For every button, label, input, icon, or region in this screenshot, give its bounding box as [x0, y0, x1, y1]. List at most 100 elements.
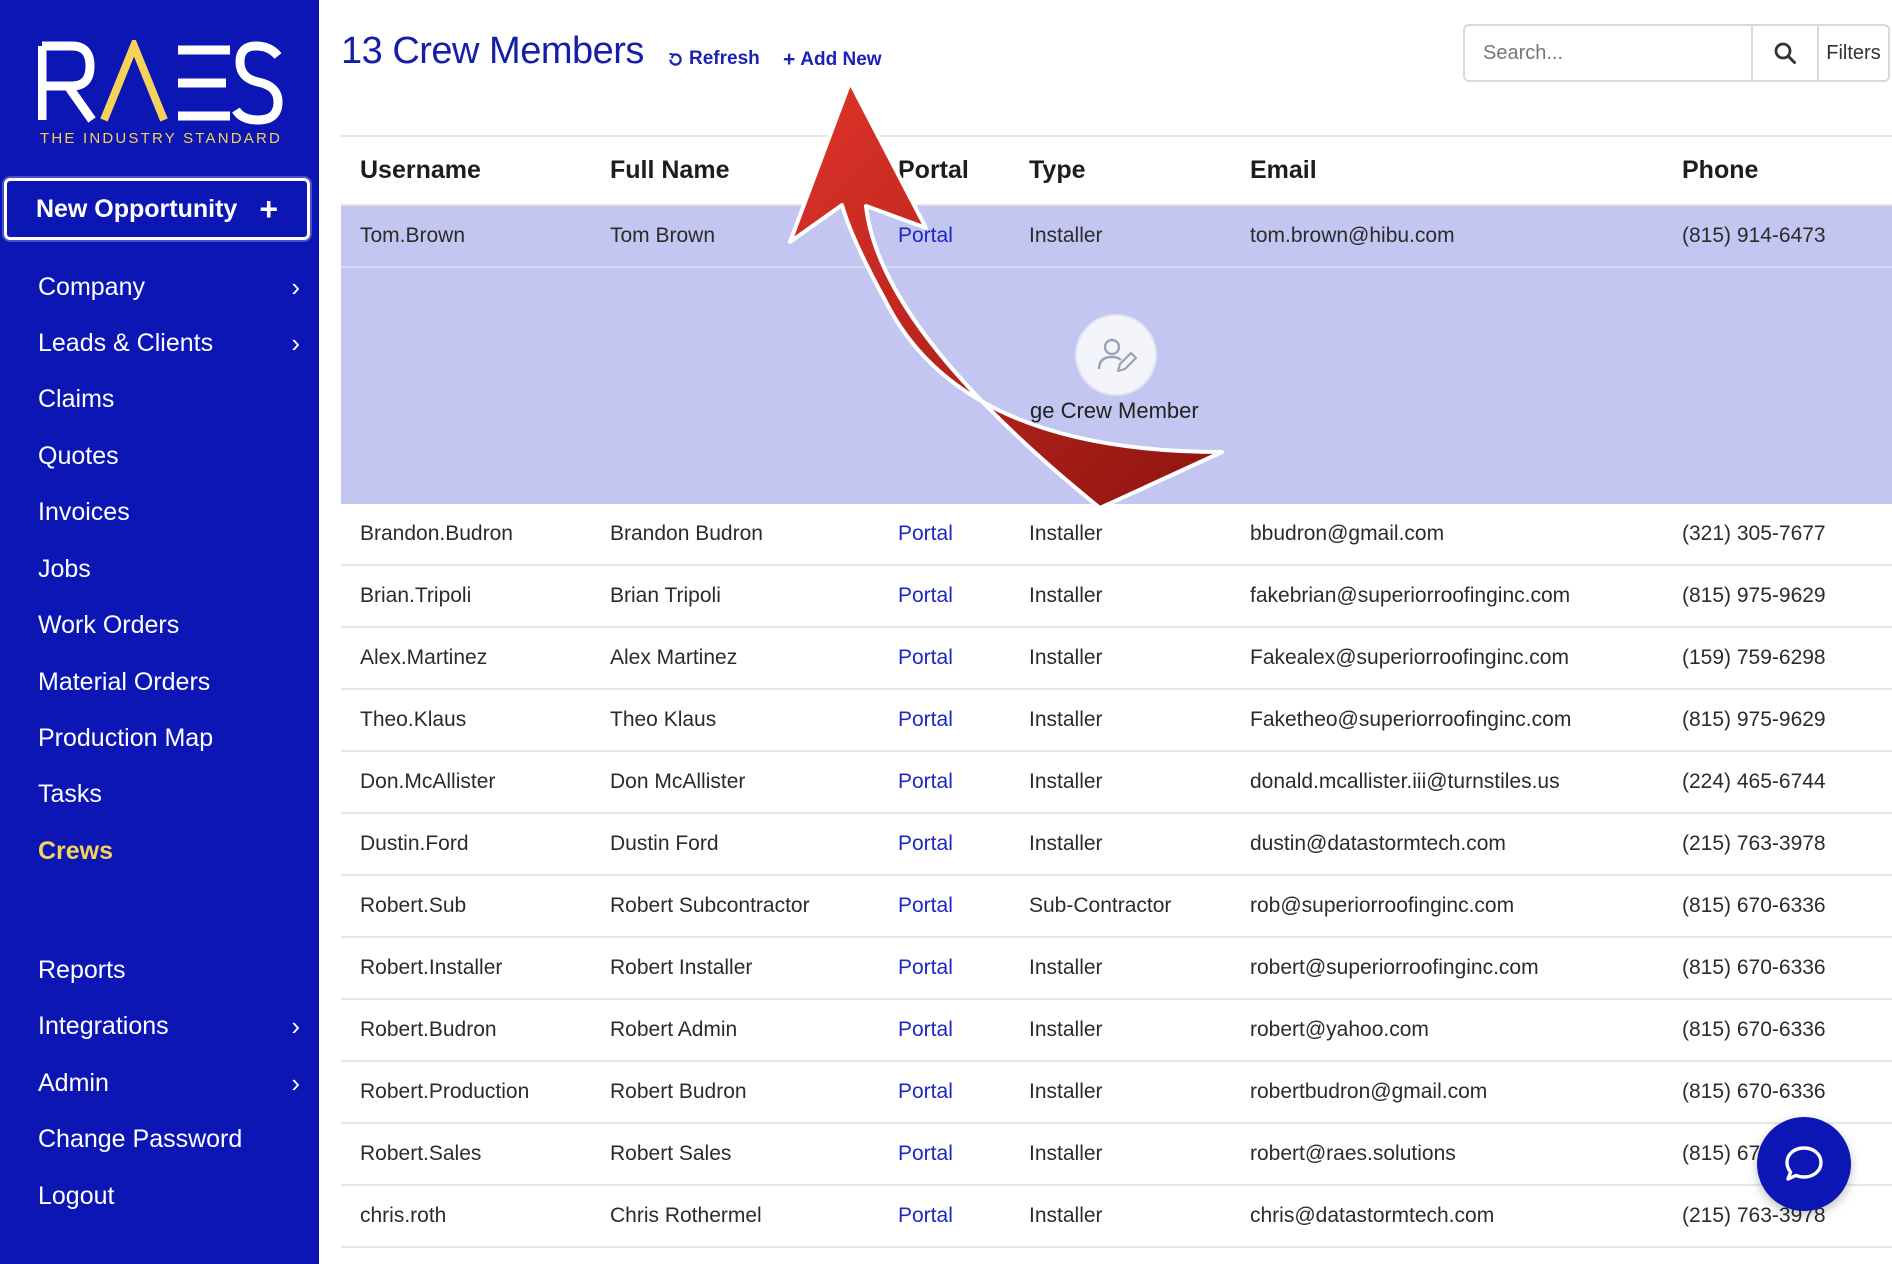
portal-link[interactable]: Portal: [898, 566, 953, 626]
portal-link[interactable]: Portal: [898, 938, 953, 998]
cell-type: Sub-Contractor: [1029, 894, 1172, 917]
sidebar-item-invoices[interactable]: Invoices: [38, 492, 300, 532]
filters-button[interactable]: Filters: [1817, 26, 1888, 80]
cell-email: robertbudron@gmail.com: [1250, 1080, 1488, 1103]
cell-username: Alex.Martinez: [360, 646, 488, 669]
column-header-email[interactable]: Email: [1250, 137, 1317, 204]
portal-link[interactable]: Portal: [898, 1124, 953, 1184]
cell-email: robert@yahoo.com: [1250, 1018, 1429, 1041]
cell-type: Installer: [1029, 1142, 1103, 1165]
sidebar-item-admin[interactable]: Admin ›: [38, 1063, 300, 1103]
portal-link[interactable]: Portal: [898, 752, 953, 812]
sidebar-item-integrations[interactable]: Integrations ›: [38, 1006, 300, 1046]
sidebar-item-material-orders[interactable]: Material Orders: [38, 662, 300, 702]
sidebar-item-leads-clients[interactable]: Leads & Clients ›: [38, 323, 300, 363]
sidebar-item-label: Integrations: [38, 1012, 169, 1040]
cell-email: bbudron@gmail.com: [1250, 522, 1445, 545]
new-opportunity-button[interactable]: New Opportunity +: [4, 178, 310, 240]
column-header-portal[interactable]: Portal: [898, 137, 969, 204]
sidebar-item-crews[interactable]: Crews: [38, 831, 300, 871]
portal-link[interactable]: Portal: [898, 876, 953, 936]
column-header-full-name[interactable]: Full Name: [610, 137, 729, 204]
table-row[interactable]: Robert.Installer Robert Installer Portal In…: [341, 938, 1892, 1000]
table-row[interactable]: Alex.Martinez Alex Martinez Portal Installe…: [341, 628, 1892, 690]
table-row[interactable]: Robert.Budron Robert Admin Portal Installer…: [341, 1000, 1892, 1062]
refresh-button[interactable]: Refresh: [667, 48, 760, 70]
portal-link[interactable]: Portal: [898, 206, 953, 266]
portal-link[interactable]: Portal: [898, 1062, 953, 1122]
table-row[interactable]: chris.roth Chris Rothermel Portal Installer…: [341, 1186, 1892, 1248]
table-row[interactable]: Brandon.Budron Brandon Budron Portal Instal…: [341, 504, 1892, 566]
cell-username: Brian.Tripoli: [360, 584, 472, 607]
user-edit-icon: [1097, 338, 1138, 373]
search-bar: Filters: [1463, 24, 1890, 82]
sidebar-item-label: Change Password: [38, 1125, 243, 1153]
sidebar-item-jobs[interactable]: Jobs: [38, 549, 300, 589]
cell-email: donald.mcallister.iii@turnstiles.us: [1250, 770, 1560, 793]
cell-phone: (321) 305-7677: [1682, 522, 1826, 545]
cell-full-name: Alex Martinez: [610, 646, 738, 669]
portal-link[interactable]: Portal: [898, 1186, 953, 1246]
table-row[interactable]: Robert.Production Robert Budron Portal Inst…: [341, 1062, 1892, 1124]
logo-tagline: THE INDUSTRY STANDARD: [40, 130, 283, 147]
cell-phone: (815) 670-6336: [1682, 956, 1826, 979]
table-row-selected[interactable]: Tom.Brown Tom Brown Portal Installer tom…: [341, 206, 1892, 268]
search-button[interactable]: [1751, 26, 1817, 80]
chevron-right-icon: ›: [291, 1068, 300, 1098]
cell-type: Installer: [1029, 770, 1103, 793]
manage-crew-member-label: ge Crew Member: [1030, 398, 1199, 423]
sidebar-item-quotes[interactable]: Quotes: [38, 436, 300, 476]
add-new-button[interactable]: + Add New: [783, 48, 882, 72]
cell-phone: (815) 670-6336: [1682, 894, 1826, 917]
sidebar: THE INDUSTRY STANDARD New Opportunity + …: [0, 0, 319, 1264]
cell-type: Installer: [1029, 956, 1103, 979]
cell-full-name: Robert Sales: [610, 1142, 732, 1165]
cell-phone: (815) 914-6473: [1682, 224, 1826, 247]
sidebar-item-logout[interactable]: Logout: [38, 1176, 300, 1216]
sidebar-item-work-orders[interactable]: Work Orders: [38, 605, 300, 645]
sidebar-item-company[interactable]: Company ›: [38, 267, 300, 307]
cell-phone: (815) 975-9629: [1682, 708, 1826, 731]
cell-full-name: Robert Budron: [610, 1080, 747, 1103]
sidebar-item-claims[interactable]: Claims: [38, 379, 300, 419]
cell-full-name: Don McAllister: [610, 770, 746, 793]
chevron-right-icon: ›: [291, 272, 300, 302]
sidebar-item-label: Quotes: [38, 442, 119, 470]
sidebar-item-label: Invoices: [38, 498, 130, 526]
portal-link[interactable]: Portal: [898, 690, 953, 750]
sidebar-item-tasks[interactable]: Tasks: [38, 774, 300, 814]
cell-email: chris@datastormtech.com: [1250, 1204, 1495, 1227]
cell-username: Brandon.Budron: [360, 522, 513, 545]
portal-link[interactable]: Portal: [898, 628, 953, 688]
chat-support-button[interactable]: [1757, 1117, 1851, 1211]
sidebar-item-reports[interactable]: Reports: [38, 950, 300, 990]
table-row[interactable]: Don.McAllister Don McAllister Portal Instal…: [341, 752, 1892, 814]
cell-username: Theo.Klaus: [360, 708, 467, 731]
table-row[interactable]: Brian.Tripoli Brian Tripoli Portal Installe…: [341, 566, 1892, 628]
column-header-username[interactable]: Username: [360, 137, 481, 204]
table-row[interactable]: Robert.Sales Robert Sales Portal Installer r…: [341, 1124, 1892, 1186]
cell-username: Don.McAllister: [360, 770, 496, 793]
raes-logo[interactable]: THE INDUSTRY STANDARD: [38, 40, 283, 152]
sidebar-item-label: Reports: [38, 956, 126, 984]
sidebar-item-label: Jobs: [38, 555, 91, 583]
sidebar-item-change-password[interactable]: Change Password: [38, 1119, 300, 1159]
cell-username: Robert.Sales: [360, 1142, 482, 1165]
column-header-type[interactable]: Type: [1029, 137, 1086, 204]
chevron-right-icon: ›: [291, 328, 300, 358]
search-input[interactable]: [1465, 26, 1751, 80]
portal-link[interactable]: Portal: [898, 1000, 953, 1060]
column-header-phone[interactable]: Phone: [1682, 137, 1758, 204]
cell-phone: (815) 67: [1682, 1142, 1761, 1165]
table-row[interactable]: Theo.Klaus Theo Klaus Portal Installer Faket…: [341, 690, 1892, 752]
sidebar-item-production-map[interactable]: Production Map: [38, 718, 300, 758]
cell-full-name: Brian Tripoli: [610, 584, 721, 607]
new-opportunity-label: New Opportunity: [35, 194, 238, 223]
table-row[interactable]: Dustin.Ford Dustin Ford Portal Installer dus…: [341, 814, 1892, 876]
cell-email: robert@raes.solutions: [1250, 1142, 1456, 1165]
portal-link[interactable]: Portal: [898, 814, 953, 874]
manage-crew-member-button[interactable]: [1075, 314, 1157, 396]
sidebar-item-label: Work Orders: [38, 611, 180, 639]
portal-link[interactable]: Portal: [898, 504, 953, 564]
table-row[interactable]: Robert.Sub Robert Subcontractor Portal Sub-…: [341, 876, 1892, 938]
